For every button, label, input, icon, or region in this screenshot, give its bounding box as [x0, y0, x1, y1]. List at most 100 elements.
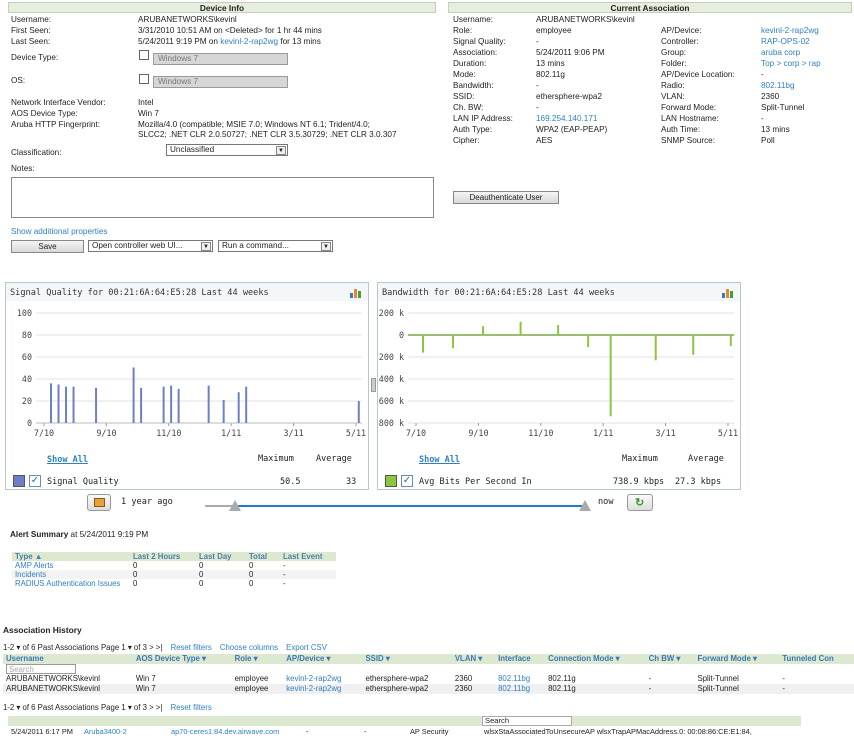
run-command-select[interactable]: Run a command... ▼: [218, 240, 333, 252]
assoc-value: 5/24/2011 9:06 PM: [536, 48, 605, 57]
assoc-label: Association:: [453, 48, 498, 57]
open-controller-label: Open controller web UI...: [92, 241, 183, 250]
alert-cell: 0: [199, 570, 204, 579]
history-ap-link[interactable]: kevinl-2-rap2wg: [283, 684, 362, 694]
col-forward-mode[interactable]: Forward Mode ▾: [694, 654, 780, 664]
history-pager-top: 1-2 ▾ of 6 Past Associations Page 1 ▾ of…: [3, 643, 327, 652]
event-message: wlsxStaAssociatedToUnsecureAP wlsxTrapAP…: [484, 727, 752, 736]
signal-max-value: 50.5: [280, 477, 301, 487]
bandwidth-show-all-link[interactable]: Show All: [419, 455, 460, 465]
event-device-link[interactable]: Aruba3400-2: [84, 727, 127, 737]
signal-show-all-link[interactable]: Show All: [47, 455, 88, 465]
history-interface-link[interactable]: 802.11bg: [495, 674, 545, 684]
range-end-handle[interactable]: [579, 500, 591, 511]
col-tunneled-con[interactable]: Tunneled Con: [779, 654, 854, 664]
open-controller-select[interactable]: Open controller web UI... ▼: [88, 240, 213, 252]
pager-text[interactable]: 1-2 ▾ of 6 Past Associations Page 1 ▾ of…: [3, 703, 162, 712]
chart-splitter-handle[interactable]: [371, 378, 376, 392]
history-interface-link[interactable]: 802.11bg: [495, 684, 545, 694]
bar: [609, 335, 612, 417]
x-tick-label: 7/10: [406, 428, 426, 438]
y-tick-label: 200 k: [379, 308, 404, 318]
event-source-link[interactable]: ap70-ceres1:84.dev.airwave.com: [171, 727, 279, 737]
bandwidth-chart-title: Bandwidth for 00:21:6A:64:E5:28 Last 44 …: [382, 288, 615, 298]
pager-text[interactable]: 1-2 ▾ of 6 Past Associations Page 1 ▾ of…: [3, 643, 162, 652]
bar: [207, 385, 210, 423]
export-csv-link[interactable]: Export CSV: [286, 643, 327, 652]
history-cell: Split-Tunnel: [697, 684, 739, 693]
os-field[interactable]: Windows 7: [153, 76, 288, 88]
refresh-button[interactable]: ↻: [627, 494, 653, 511]
choose-columns-link[interactable]: Choose columns: [220, 643, 278, 652]
x-tick-label: 3/11: [656, 428, 676, 438]
device-type-checkbox[interactable]: [139, 50, 149, 60]
history-cell: 802.11g: [548, 674, 576, 683]
assoc-value[interactable]: Top > corp > rap: [761, 59, 821, 69]
calendar-button[interactable]: [87, 494, 111, 511]
event-category: AP Security: [410, 727, 449, 736]
range-start-handle[interactable]: [229, 500, 242, 511]
show-additional-properties-link[interactable]: Show additional properties: [11, 227, 108, 237]
alert-summary-title: Alert Summary: [10, 530, 69, 539]
bandwidth-chart-panel: Bandwidth for 00:21:6A:64:E5:28 Last 44 …: [377, 282, 741, 490]
col-connection-mode[interactable]: Connection Mode ▾: [545, 654, 646, 664]
reset-filters-link[interactable]: Reset filters: [171, 703, 212, 712]
bar: [654, 335, 657, 361]
assoc-value: -: [761, 114, 764, 123]
last-seen-label: Last Seen:: [11, 37, 51, 46]
alert-type-link[interactable]: Incidents: [12, 570, 130, 579]
assoc-value[interactable]: aruba corp: [761, 48, 800, 58]
reset-filters-link[interactable]: Reset filters: [171, 643, 212, 652]
time-range-slider[interactable]: [205, 505, 585, 507]
assoc-label: Controller:: [661, 37, 699, 46]
event-time: 5/24/2011 6:17 PM: [11, 727, 73, 736]
bar: [357, 401, 360, 423]
history-ap-link[interactable]: kevinl-2-rap2wg: [283, 674, 362, 684]
fingerprint-line-2: SLCC2; .NET CLR 2.0.50727; .NET CLR 3.5.…: [138, 130, 397, 139]
nic-vendor-value: Intel: [138, 98, 154, 107]
bar: [222, 399, 225, 423]
alert-type-link[interactable]: RADIUS Authentication Issues: [12, 579, 130, 588]
save-button[interactable]: Save: [11, 240, 84, 253]
alert-summary-heading: Alert Summary at 5/24/2011 9:19 PM: [10, 530, 148, 539]
bar-chart-icon[interactable]: [722, 288, 734, 298]
bandwidth-legend-checkbox[interactable]: ✓: [401, 475, 413, 487]
last-seen-ap-link[interactable]: kevinl-2-rap2wg: [220, 37, 278, 46]
col-role[interactable]: Role ▾: [231, 654, 284, 664]
history-cell: Win 7: [135, 684, 156, 693]
os-checkbox[interactable]: [139, 74, 149, 84]
bandwidth-plot: 200 k 0 200 k 400 k 600 k 800 k7/10 9/10 11/10 1…: [379, 308, 738, 438]
bar: [245, 386, 248, 423]
deauthenticate-user-button[interactable]: Deauthenticate User: [453, 191, 559, 204]
assoc-value[interactable]: kevinl-2-rap2wg: [761, 26, 819, 36]
y-tick-label: 20: [22, 396, 32, 406]
assoc-value[interactable]: RAP-OPS-02: [761, 37, 810, 47]
range-start-label: 1 year ago: [121, 497, 173, 507]
classification-value: Unclassified: [170, 145, 215, 154]
history-search-input[interactable]: Search: [6, 664, 76, 674]
alert-col-type[interactable]: Type ▲: [12, 552, 130, 561]
alert-type-link[interactable]: AMP Alerts: [12, 561, 130, 570]
signal-legend-checkbox[interactable]: ✓: [29, 475, 41, 487]
assoc-value[interactable]: 169.254.140.171: [536, 114, 597, 124]
assoc-label: Bandwidth:: [453, 81, 494, 90]
col-ch-bw[interactable]: Ch BW ▾: [645, 654, 695, 664]
col-ssid[interactable]: SSID ▾: [362, 654, 452, 664]
col-vlan[interactable]: VLAN ▾: [451, 654, 496, 664]
bar: [50, 383, 53, 423]
bar-chart-icon[interactable]: [350, 288, 362, 298]
bar: [162, 386, 165, 423]
assoc-value: -: [536, 81, 539, 90]
assoc-value[interactable]: 802.11bg: [761, 81, 795, 91]
table-row: ARUBANETWORKS\kevinl Win 7 employee kevi…: [3, 684, 854, 694]
classification-select[interactable]: Unclassified ▼: [166, 144, 288, 156]
notes-textarea[interactable]: [11, 177, 434, 218]
device-type-field[interactable]: Windows 7: [153, 53, 288, 65]
col-username[interactable]: Username: [3, 654, 133, 664]
event-search-box[interactable]: Search: [482, 716, 572, 726]
col-ap-device[interactable]: AP/Device ▾: [283, 654, 363, 664]
col-aos-device-type[interactable]: AOS Device Type ▾: [132, 654, 232, 664]
history-cell: 802.11g: [548, 684, 576, 693]
alert-cell: -: [283, 579, 286, 588]
col-interface[interactable]: Interface: [495, 654, 546, 664]
